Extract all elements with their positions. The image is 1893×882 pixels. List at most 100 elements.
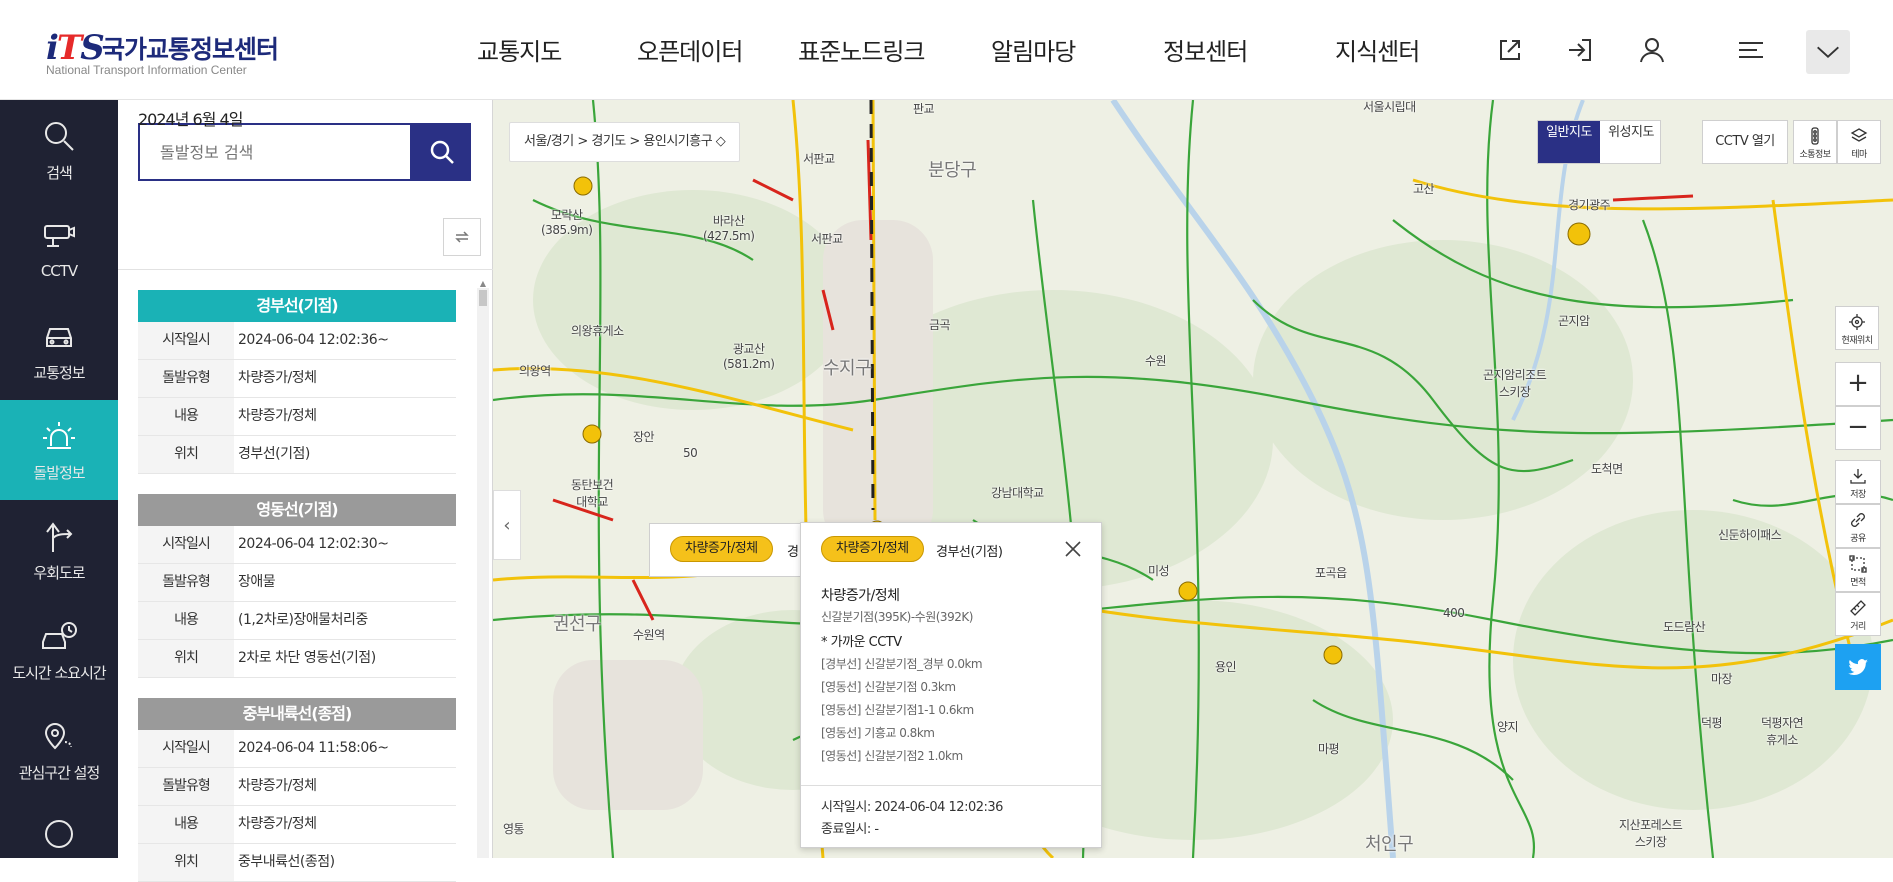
sidenav-cctv[interactable]: CCTV xyxy=(0,200,118,300)
login-icon[interactable] xyxy=(1560,30,1600,70)
map-label: 마평 xyxy=(1318,742,1340,756)
nav-info-center[interactable]: 정보센터 xyxy=(1163,32,1248,67)
row-key: 시작일시 xyxy=(138,322,234,359)
row-value: 차량증가/정체 xyxy=(238,370,317,386)
map-label: 강남대학교 xyxy=(991,486,1044,500)
incident-card[interactable]: 경부선(기점) 시작일시 2024-06-04 12:02:36~ 돌발유형 차량증… xyxy=(138,290,456,474)
nav-knowledge-center[interactable]: 지식센터 xyxy=(1335,32,1420,67)
row-value: 2024-06-04 12:02:36~ xyxy=(238,332,389,348)
twitter-icon xyxy=(1848,659,1868,676)
map-label: 양지 xyxy=(1497,720,1519,734)
save-button[interactable]: 저장 xyxy=(1835,460,1881,504)
nav-traffic-map[interactable]: 교통지도 xyxy=(477,32,562,67)
map-type-normal[interactable]: 일반지도 xyxy=(1538,121,1600,163)
incident-card[interactable]: 중부내륙선(종점) 시작일시 2024-06-04 11:58:06~ 돌발유형 차… xyxy=(138,698,456,882)
popup-cctv-link[interactable]: [영동선] 신갈분기점2 1.0km xyxy=(821,747,963,764)
search-icon xyxy=(430,140,454,164)
popup-start-time: 시작일시: 2024-06-04 12:02:36 xyxy=(821,800,1003,815)
sidenav-traffic[interactable]: 교통정보 xyxy=(0,300,118,400)
incident-title: 중부내륙선(종점) xyxy=(138,698,456,730)
cctv-open-button[interactable]: CCTV 열기 xyxy=(1702,120,1788,164)
incident-title: 영동선(기점) xyxy=(138,494,456,526)
external-link-icon[interactable] xyxy=(1490,30,1530,70)
map-label: 서울시립대 xyxy=(1363,100,1416,114)
incident-search-input[interactable] xyxy=(138,123,412,181)
popup-cctv-link[interactable]: [영동선] 신갈분기점 0.3km xyxy=(821,678,956,695)
popup-cctv-link[interactable]: [영동선] 기흥교 0.8km xyxy=(821,724,935,741)
zoom-in-button[interactable]: + xyxy=(1835,362,1881,406)
distance-button[interactable]: 거리 xyxy=(1835,592,1881,636)
map-label: 덕평자연 휴게소 xyxy=(1761,716,1804,747)
row-key: 위치 xyxy=(138,436,234,473)
sidenav-label: 검색 xyxy=(46,164,73,182)
nav-open-data[interactable]: 오픈데이터 xyxy=(637,32,743,67)
share-button[interactable]: 공유 xyxy=(1835,504,1881,548)
popup-end-time: 종료일시: - xyxy=(821,822,879,837)
map-label: 신둔하이패스 xyxy=(1718,528,1782,542)
incident-row: 돌발유형 차량증가/정체 xyxy=(138,360,456,398)
map-label: 수원 xyxy=(1145,354,1167,368)
row-key: 시작일시 xyxy=(138,526,234,563)
map-label: 장안 xyxy=(633,430,655,444)
incident-popup-back[interactable]: 차량증가/정체 경 xyxy=(649,523,819,577)
scroll-up-icon[interactable]: ▲ xyxy=(479,280,487,288)
user-icon[interactable] xyxy=(1632,30,1672,70)
map-label: 미성 xyxy=(1148,564,1170,578)
map-label: 의왕역 xyxy=(519,364,551,378)
traffic-map[interactable]: 서울시립대 판교 분당구 고산 서판교 경기광주 모락산 (385.9m) 바라… xyxy=(493,100,1893,858)
map-label: 400 xyxy=(1443,606,1465,620)
its-logo-mark: iTS xyxy=(46,28,105,68)
map-type-satellite[interactable]: 위성지도 xyxy=(1600,121,1662,163)
map-label: 판교 xyxy=(913,102,935,116)
chevron-down-icon[interactable] xyxy=(1806,30,1850,74)
sidenav-travel-time[interactable]: 도시간 소요시간 xyxy=(0,600,118,700)
panel-scrollbar[interactable] xyxy=(477,288,489,858)
sidenav-interest-section[interactable]: 관심구간 설정 xyxy=(0,700,118,800)
incident-title: 경부선(기점) xyxy=(138,290,456,322)
current-date: 2024년 6월 4일 xyxy=(138,110,243,129)
sidenav-incident[interactable]: 돌발정보 xyxy=(0,400,118,500)
crosshair-icon xyxy=(1849,314,1865,330)
region-breadcrumb[interactable]: 서울/경기 > 경기도 > 용인시기흥구 ◇ xyxy=(509,122,741,162)
map-label: 동탄보건 대학교 xyxy=(571,478,614,509)
top-header: iTS 국가교통정보센터 National Transport Informat… xyxy=(0,0,1893,100)
nav-notice[interactable]: 알림마당 xyxy=(991,32,1076,67)
panel-collapse-button[interactable]: ‹ xyxy=(493,490,521,560)
popup-cctv-link[interactable]: [영동선] 신갈분기점1-1 0.6km xyxy=(821,701,974,718)
sidenav-detour[interactable]: 우회도로 xyxy=(0,500,118,600)
incident-card[interactable]: 영동선(기점) 시작일시 2024-06-04 12:02:30~ 돌발유형 장애물… xyxy=(138,494,456,678)
map-label: 도드람산 xyxy=(1663,620,1706,634)
traffic-light-icon xyxy=(1811,127,1819,145)
incident-row: 내용 차량증가/정체 xyxy=(138,806,456,844)
popup-cctv-heading: * 가까운 CCTV xyxy=(821,635,902,650)
sidenav-more[interactable] xyxy=(0,800,118,858)
sidenav-search[interactable]: 검색 xyxy=(0,100,118,200)
incident-type-pill: 차량증가/정체 xyxy=(821,536,924,562)
site-logo[interactable]: iTS 국가교통정보센터 National Transport Informat… xyxy=(46,26,279,82)
incident-row: 내용 차량증가/정체 xyxy=(138,398,456,436)
row-key: 돌발유형 xyxy=(138,360,234,397)
map-label: 경기광주 xyxy=(1568,198,1611,212)
row-key: 내용 xyxy=(138,806,234,843)
menu-icon[interactable] xyxy=(1731,30,1771,70)
ruler-icon xyxy=(1850,600,1866,616)
refresh-icon xyxy=(455,231,469,243)
row-value: 2차로 차단 영동선(기점) xyxy=(238,650,376,666)
nav-standard-node-link[interactable]: 표준노드링크 xyxy=(798,32,925,67)
chevron-left-icon: ‹ xyxy=(503,514,511,536)
scroll-thumb[interactable] xyxy=(479,290,487,306)
popup-cctv-link[interactable]: [경부선] 신갈분기점_경부 0.0km xyxy=(821,655,983,672)
current-location-button[interactable]: 현재위치 xyxy=(1835,306,1879,350)
area-button[interactable]: 면적 xyxy=(1835,548,1881,592)
sidenav-label: 관심구간 설정 xyxy=(18,764,101,782)
detour-icon xyxy=(46,522,73,552)
incident-type-pill: 차량증가/정체 xyxy=(670,536,773,562)
theme-button[interactable]: 테마 xyxy=(1837,120,1881,164)
search-button[interactable] xyxy=(412,123,471,181)
tool-label: 저장 xyxy=(1850,490,1866,500)
refresh-button[interactable] xyxy=(443,218,481,256)
twitter-button[interactable] xyxy=(1835,644,1881,690)
zoom-out-button[interactable]: − xyxy=(1835,406,1881,450)
close-icon[interactable] xyxy=(1061,537,1085,561)
traffic-info-button[interactable]: 소통정보 xyxy=(1793,120,1837,164)
